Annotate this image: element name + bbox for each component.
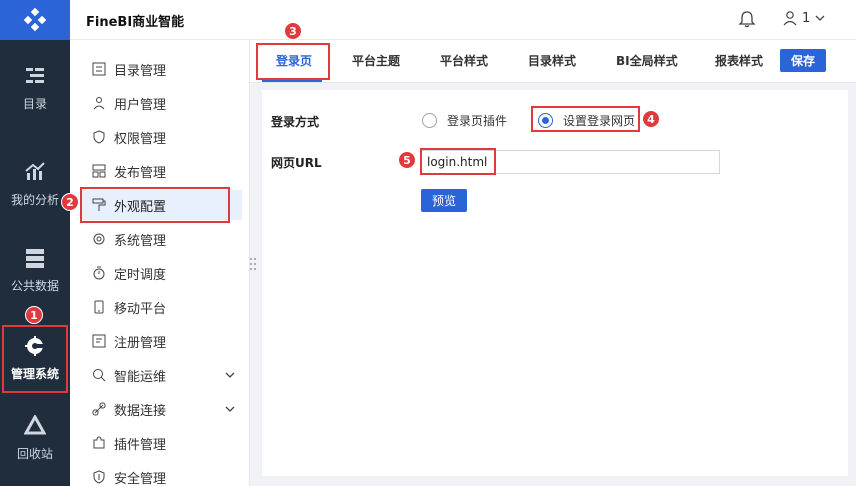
step-badge-4: 4 <box>642 110 660 128</box>
nav-label: 目录 <box>22 96 47 111</box>
submenu-label: 外观配置 <box>114 199 167 215</box>
step-badge-3: 3 <box>284 22 302 40</box>
user-menu[interactable]: 1 <box>782 10 826 26</box>
resize-handle-icon[interactable] <box>249 256 257 272</box>
step-badge-1: 1 <box>25 306 43 324</box>
puzzle-icon <box>93 436 105 449</box>
submenu-item-mobile[interactable]: 移动平台 <box>82 292 242 322</box>
catalog-icon <box>26 67 44 83</box>
submenu-label: 系统管理 <box>114 233 167 249</box>
step-badge-5: 5 <box>398 151 416 169</box>
url-input[interactable] <box>420 150 720 174</box>
logo-icon <box>23 8 47 32</box>
recycle-icon <box>24 414 46 434</box>
radio-label: 设置登录网页 <box>563 114 636 128</box>
nav-label: 管理系统 <box>10 366 59 381</box>
nav-item-my-analysis[interactable]: 我的分析 <box>0 146 70 222</box>
submenu-label: 定时调度 <box>114 267 167 283</box>
nav-label: 回收站 <box>16 446 53 461</box>
gear-icon <box>93 233 105 245</box>
radio-custom-login-page[interactable]: 设置登录网页 <box>538 112 635 129</box>
submenu-label: 发布管理 <box>114 165 167 181</box>
left-navigation: 目录 我的分析 公共数据 管理系统 回收站 <box>0 0 70 486</box>
nav-label: 我的分析 <box>10 192 59 207</box>
submenu-label: 插件管理 <box>114 437 167 453</box>
submenu-item-ops[interactable]: 智能运维 <box>82 360 242 390</box>
user-icon <box>93 97 105 110</box>
submenu-label: 权限管理 <box>114 131 167 147</box>
submenu-item-permissions[interactable]: 权限管理 <box>82 122 242 152</box>
submenu-label: 数据连接 <box>114 403 167 419</box>
app-logo[interactable] <box>0 0 70 40</box>
data-icon <box>26 248 44 268</box>
submenu-label: 智能运维 <box>114 369 167 385</box>
radio-login-plugin[interactable]: 登录页插件 <box>422 112 507 129</box>
management-submenu: 目录管理 用户管理 权限管理 发布管理 外观配置 系统管理 定时调度 移动平台 … <box>70 40 250 486</box>
tab-report-style[interactable]: 报表样式 <box>715 52 763 69</box>
mobile-icon <box>94 300 104 314</box>
submenu-item-system[interactable]: 系统管理 <box>82 224 242 254</box>
submenu-label: 安全管理 <box>114 471 167 486</box>
chevron-down-icon[interactable] <box>224 369 236 381</box>
link-icon <box>92 402 106 416</box>
nav-label: 公共数据 <box>10 278 59 293</box>
list-icon <box>92 62 106 76</box>
submenu-item-plugins[interactable]: 插件管理 <box>82 428 242 458</box>
url-label: 网页URL <box>271 156 322 170</box>
appearance-tabs: 登录页 平台主题 平台样式 目录样式 BI全局样式 报表样式 保存 <box>250 40 856 83</box>
tab-platform-style[interactable]: 平台样式 <box>440 52 488 69</box>
login-settings-panel <box>262 90 848 476</box>
submenu-item-security[interactable]: 安全管理 <box>82 462 242 486</box>
security-shield-icon <box>93 470 105 484</box>
nav-item-recycle[interactable]: 回收站 <box>0 400 70 476</box>
shield-icon <box>93 130 105 144</box>
top-header: FineBI商业智能 1 <box>70 0 856 40</box>
analysis-icon <box>25 161 45 180</box>
active-tab-indicator <box>262 80 322 82</box>
nav-item-public-data[interactable]: 公共数据 <box>0 232 70 308</box>
tab-catalog-style[interactable]: 目录样式 <box>528 52 576 69</box>
submenu-item-schedule[interactable]: 定时调度 <box>82 258 242 288</box>
register-icon <box>92 334 106 348</box>
preview-button[interactable]: 预览 <box>421 189 467 212</box>
tab-bi-global-style[interactable]: BI全局样式 <box>616 52 678 69</box>
login-method-label: 登录方式 <box>271 115 320 129</box>
submenu-label: 注册管理 <box>114 335 167 351</box>
submenu-item-catalog[interactable]: 目录管理 <box>82 54 242 84</box>
submenu-label: 目录管理 <box>114 63 167 79</box>
save-button[interactable]: 保存 <box>780 49 826 72</box>
timer-icon <box>93 266 105 280</box>
submenu-item-data-connection[interactable]: 数据连接 <box>82 394 242 424</box>
submenu-label: 用户管理 <box>114 97 167 113</box>
step-badge-2: 2 <box>61 193 79 211</box>
submenu-label: 移动平台 <box>114 301 167 317</box>
publish-icon <box>92 164 106 178</box>
radio-circle <box>422 113 437 128</box>
chevron-down-icon[interactable] <box>224 403 236 415</box>
radio-circle-checked <box>538 113 553 128</box>
paint-roller-icon <box>92 198 106 211</box>
user-icon <box>783 11 797 26</box>
submenu-item-registration[interactable]: 注册管理 <box>82 326 242 356</box>
tab-login-page[interactable]: 登录页 <box>276 52 312 69</box>
user-count: 1 <box>802 10 811 26</box>
submenu-item-users[interactable]: 用户管理 <box>82 88 242 118</box>
app-title: FineBI商业智能 <box>86 15 185 30</box>
tab-platform-theme[interactable]: 平台主题 <box>352 52 400 69</box>
radio-label: 登录页插件 <box>447 114 508 128</box>
submenu-item-publish[interactable]: 发布管理 <box>82 156 242 186</box>
submenu-item-appearance[interactable]: 外观配置 <box>82 190 242 220</box>
nav-item-management[interactable]: 管理系统 <box>0 320 70 396</box>
bell-icon[interactable] <box>738 10 756 28</box>
nav-item-catalog[interactable]: 目录 <box>0 50 70 126</box>
gear-icon <box>25 335 45 356</box>
ops-search-icon <box>93 369 106 382</box>
chevron-down-icon <box>815 15 825 21</box>
